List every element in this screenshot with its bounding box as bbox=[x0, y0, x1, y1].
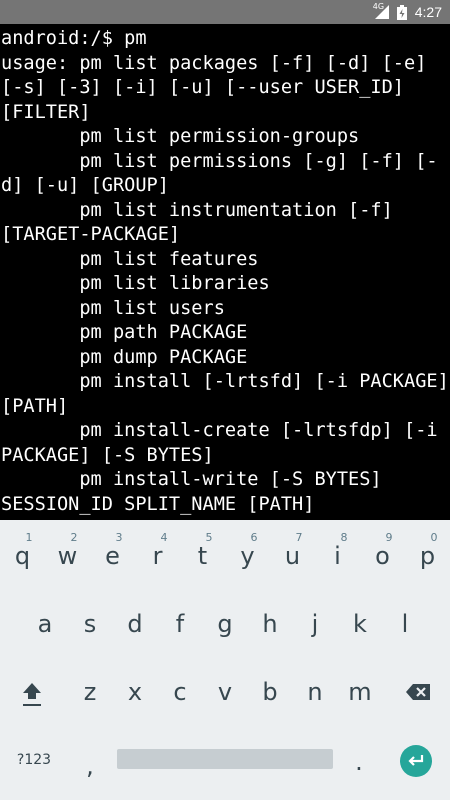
key-l[interactable]: l bbox=[383, 602, 427, 646]
key-label: f bbox=[175, 610, 185, 638]
backspace-icon[interactable] bbox=[396, 670, 440, 714]
key-label: a bbox=[37, 610, 53, 638]
key-label: z bbox=[83, 678, 97, 706]
key-y[interactable]: y6 bbox=[226, 531, 270, 578]
key-label: p bbox=[419, 542, 436, 570]
key-z[interactable]: z bbox=[68, 670, 112, 714]
key-label: o bbox=[375, 542, 390, 570]
key-j[interactable]: j bbox=[293, 602, 337, 646]
key-x[interactable]: x bbox=[113, 670, 157, 714]
key-o[interactable]: o9 bbox=[361, 531, 405, 578]
terminal-line: pm list permission-groups bbox=[1, 126, 360, 147]
key-hint: 6 bbox=[250, 531, 258, 544]
key-hint: 7 bbox=[295, 531, 303, 544]
key-f[interactable]: f bbox=[158, 602, 202, 646]
key-v[interactable]: v bbox=[203, 670, 247, 714]
key-label: w bbox=[57, 542, 78, 570]
key-label: i bbox=[334, 542, 341, 570]
symbols-key-label: ?123 bbox=[16, 752, 52, 768]
key-label: e bbox=[105, 542, 120, 570]
comma-key[interactable]: , bbox=[68, 744, 112, 788]
key-k[interactable]: k bbox=[338, 602, 382, 646]
key-hint: 2 bbox=[70, 531, 78, 544]
status-bar: 4G 4:27 bbox=[0, 0, 450, 24]
key-w[interactable]: w2 bbox=[46, 531, 90, 578]
shift-icon[interactable] bbox=[10, 672, 54, 716]
terminal-line: PACKAGE] [-S BYTES] bbox=[1, 444, 214, 466]
key-u[interactable]: u7 bbox=[271, 531, 315, 578]
terminal-line: pm path PACKAGE bbox=[1, 322, 248, 343]
key-label: j bbox=[311, 610, 319, 638]
key-label: v bbox=[217, 678, 233, 706]
key-label: x bbox=[127, 678, 143, 706]
terminal-line: android:/$ pm bbox=[1, 28, 147, 49]
terminal-line: usage: pm list packages [-f] [-d] [-e] bbox=[1, 52, 427, 74]
symbols-key[interactable]: ?123 bbox=[8, 738, 60, 782]
key-hint: 0 bbox=[430, 531, 438, 544]
key-label: k bbox=[353, 610, 367, 638]
key-label: , bbox=[86, 752, 94, 780]
key-hint: 9 bbox=[385, 531, 393, 544]
key-s[interactable]: s bbox=[68, 602, 112, 646]
period-key[interactable]: . bbox=[337, 740, 381, 784]
key-p[interactable]: p0 bbox=[406, 531, 450, 578]
key-d[interactable]: d bbox=[113, 602, 157, 646]
key-i[interactable]: i8 bbox=[316, 531, 360, 578]
key-label: d bbox=[127, 610, 143, 638]
terminal-line: d] [-u] [GROUP] bbox=[1, 175, 169, 196]
key-label: s bbox=[83, 610, 97, 638]
terminal-line: SESSION_ID SPLIT_NAME [PATH] bbox=[1, 493, 315, 515]
key-e[interactable]: e3 bbox=[91, 531, 135, 578]
key-label: q bbox=[14, 542, 31, 570]
key-label: g bbox=[217, 610, 233, 638]
terminal-line: pm list instrumentation [-f] bbox=[1, 199, 393, 221]
key-hint: 8 bbox=[340, 531, 348, 544]
key-label: c bbox=[173, 678, 187, 706]
terminal-line: pm install [-lrtsfd] [-i PACKAGE] bbox=[1, 371, 449, 392]
key-m[interactable]: m bbox=[338, 670, 382, 714]
key-label: y bbox=[240, 542, 255, 570]
key-b[interactable]: b bbox=[248, 670, 292, 714]
key-q[interactable]: q1 bbox=[1, 531, 45, 578]
key-n[interactable]: n bbox=[293, 670, 337, 714]
key-label: m bbox=[348, 678, 372, 706]
key-label: t bbox=[197, 542, 208, 570]
key-label: n bbox=[307, 678, 323, 706]
network-type: 4G bbox=[372, 2, 385, 11]
terminal-line: pm list features bbox=[1, 248, 259, 270]
clock: 4:27 bbox=[414, 4, 442, 20]
key-label: h bbox=[262, 610, 278, 638]
terminal-line: pm install-create [-lrtsfdp] [-i bbox=[1, 420, 438, 441]
key-label: r bbox=[152, 542, 163, 570]
terminal-line: pm list libraries bbox=[1, 273, 270, 294]
key-c[interactable]: c bbox=[158, 670, 202, 714]
key-h[interactable]: h bbox=[248, 602, 292, 646]
key-hint: 1 bbox=[25, 531, 33, 544]
enter-button[interactable] bbox=[400, 745, 432, 777]
terminal-output[interactable]: android:/$ pm usage: pm list packages [-f… bbox=[0, 24, 450, 520]
key-label: . bbox=[355, 748, 363, 776]
terminal-line: pm list permissions [-g] [-f] [- bbox=[1, 150, 438, 172]
key-hint: 5 bbox=[205, 531, 213, 544]
key-hint: 4 bbox=[160, 531, 168, 544]
terminal-line: pm list users bbox=[1, 297, 225, 319]
terminal-line: [FILTER] bbox=[1, 101, 91, 123]
key-hint: 3 bbox=[115, 531, 123, 544]
key-g[interactable]: g bbox=[203, 602, 247, 646]
terminal-line: pm dump PACKAGE bbox=[1, 346, 248, 368]
key-label: u bbox=[284, 542, 301, 570]
spacebar[interactable] bbox=[117, 749, 333, 769]
terminal-line: [-s] [-3] [-i] [-u] [--user USER_ID] bbox=[1, 77, 404, 98]
terminal-line: [TARGET-PACKAGE] bbox=[1, 224, 181, 245]
key-a[interactable]: a bbox=[23, 602, 67, 646]
key-label: b bbox=[262, 678, 278, 706]
battery-icon bbox=[396, 4, 407, 20]
terminal-line: pm install-write [-S BYTES] bbox=[1, 469, 382, 490]
enter-icon bbox=[408, 755, 424, 766]
key-label: l bbox=[401, 610, 409, 638]
key-r[interactable]: r4 bbox=[136, 531, 180, 578]
key-t[interactable]: t5 bbox=[181, 531, 225, 578]
terminal-line: [PATH] bbox=[1, 395, 69, 417]
signal-icon: 4G bbox=[372, 2, 389, 19]
